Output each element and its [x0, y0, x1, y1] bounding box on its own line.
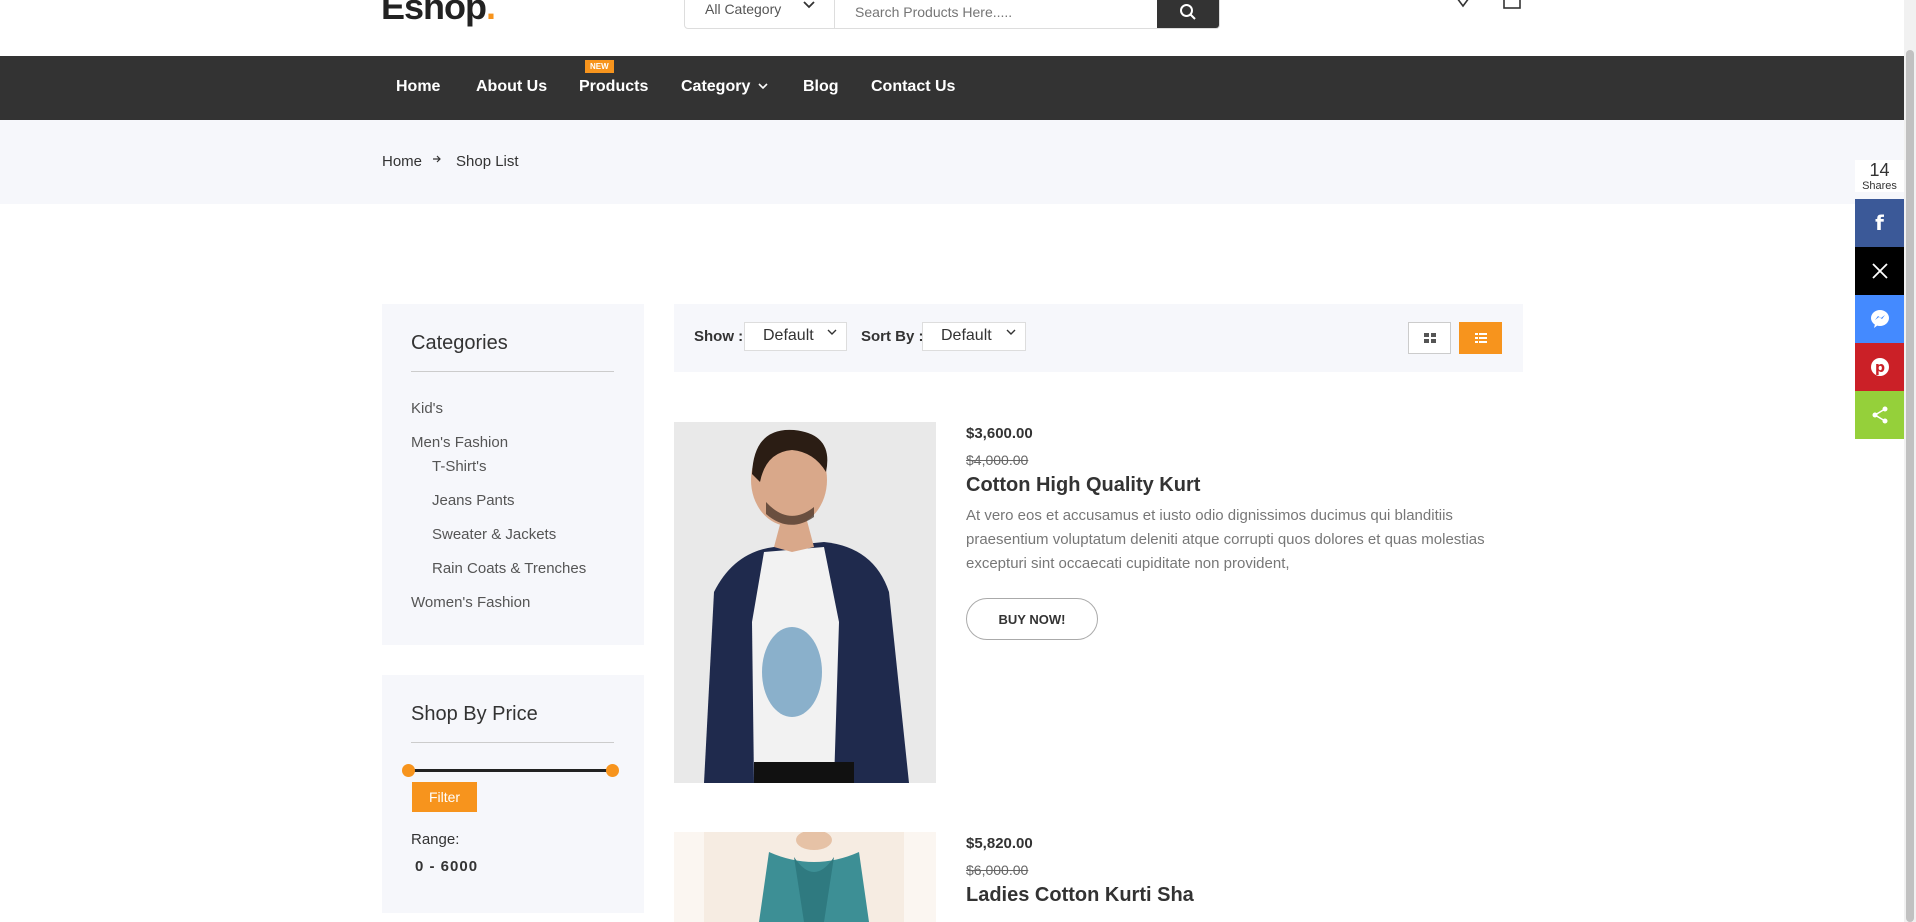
- nav-category[interactable]: Category: [681, 78, 769, 96]
- nav-about-us[interactable]: About Us: [476, 78, 547, 96]
- category-t-shirts[interactable]: T-Shirt's: [432, 458, 487, 475]
- grid-icon: [1423, 333, 1436, 343]
- search-input[interactable]: [835, 0, 1157, 28]
- search-button[interactable]: [1157, 0, 1219, 28]
- cart-icon[interactable]: [1502, 0, 1524, 10]
- category-mens-fashion[interactable]: Men's Fashion: [411, 434, 508, 451]
- facebook-icon: f: [1875, 211, 1884, 235]
- categories-title: Categories: [411, 332, 508, 354]
- sort-select-value: Default: [941, 327, 992, 344]
- product-image[interactable]: [674, 832, 936, 922]
- category-select-label: All Category: [705, 1, 782, 17]
- slider-handle-max[interactable]: [606, 764, 619, 777]
- sort-label: Sort By :: [861, 328, 924, 345]
- messenger-icon: [1870, 310, 1889, 328]
- product-title[interactable]: Ladies Cotton Kurti Sha: [966, 884, 1194, 907]
- pinterest-share-button[interactable]: p: [1855, 343, 1904, 391]
- breadcrumb: Home Shop List: [0, 120, 1904, 204]
- list-view-button[interactable]: [1459, 322, 1502, 354]
- pinterest-icon: p: [1870, 358, 1889, 376]
- buy-now-button[interactable]: BUY NOW!: [966, 598, 1098, 640]
- nav-home[interactable]: Home: [396, 78, 440, 96]
- chevron-down-icon: [802, 0, 816, 15]
- price-title: Shop By Price: [411, 703, 538, 725]
- nav-category-label: Category: [681, 78, 751, 95]
- price-slider[interactable]: [408, 769, 613, 772]
- share-button[interactable]: [1855, 391, 1904, 439]
- top-header: Eshop. All Category: [0, 0, 1904, 56]
- filter-button[interactable]: Filter: [412, 782, 477, 812]
- logo-dot: .: [486, 0, 496, 27]
- chevron-down-icon: [758, 83, 768, 90]
- category-jeans-pants[interactable]: Jeans Pants: [432, 492, 515, 509]
- show-select-value: Default: [763, 327, 814, 344]
- breadcrumb-current: Shop List: [456, 153, 519, 170]
- nav-contact-us[interactable]: Contact Us: [871, 78, 955, 96]
- range-value[interactable]: 0 - 6000: [415, 858, 478, 875]
- share-count-label: Shares: [1862, 180, 1897, 192]
- product-old-price: $4,000.00: [966, 452, 1029, 468]
- scrollbar-thumb[interactable]: [1906, 50, 1914, 922]
- x-icon: [1871, 263, 1888, 279]
- search-icon: [1180, 3, 1196, 20]
- sort-select[interactable]: Default: [922, 322, 1026, 351]
- arrow-right-icon: [432, 152, 442, 169]
- price-widget: Shop By Price Filter Range: 0 - 6000: [382, 675, 644, 913]
- messenger-share-button[interactable]: [1855, 295, 1904, 343]
- show-label: Show :: [694, 328, 744, 345]
- share-count-number: 14: [1869, 160, 1890, 180]
- search-bar: All Category: [684, 0, 1220, 29]
- main-nav: Home About Us NEW Products Category Blog…: [0, 56, 1904, 120]
- share-icon: [1872, 406, 1887, 424]
- facebook-share-button[interactable]: f: [1855, 199, 1904, 247]
- breadcrumb-home[interactable]: Home: [382, 153, 422, 170]
- product-title[interactable]: Cotton High Quality Kurt: [966, 474, 1200, 497]
- divider: [411, 742, 614, 743]
- range-label: Range:: [411, 831, 460, 848]
- show-select[interactable]: Default: [744, 322, 847, 351]
- product-description: At vero eos et accusamus et iusto odio d…: [966, 507, 1485, 572]
- nav-products[interactable]: Products: [579, 78, 648, 96]
- grid-view-button[interactable]: [1408, 322, 1451, 354]
- product-image[interactable]: [674, 422, 936, 783]
- svg-text:p: p: [1874, 360, 1884, 376]
- wishlist-icon[interactable]: [1452, 0, 1474, 10]
- product-price: $5,820.00: [966, 835, 1033, 852]
- category-kids[interactable]: Kid's: [411, 400, 443, 417]
- shop-toolbar: Show : Default Sort By : Default: [674, 304, 1523, 372]
- new-badge: NEW: [585, 60, 614, 73]
- x-share-button[interactable]: [1855, 247, 1904, 295]
- divider: [411, 371, 614, 372]
- slider-handle-min[interactable]: [402, 764, 415, 777]
- logo-text: Eshop: [381, 0, 487, 27]
- category-womens-fashion[interactable]: Women's Fashion: [411, 594, 530, 611]
- chevron-down-icon: [826, 326, 838, 341]
- list-icon: [1474, 333, 1487, 343]
- categories-widget: Categories Kid's Men's Fashion T-Shirt's…: [382, 304, 644, 645]
- logo[interactable]: Eshop.: [381, 0, 496, 28]
- category-select[interactable]: All Category: [685, 0, 835, 28]
- product-old-price: $6,000.00: [966, 862, 1029, 878]
- nav-blog[interactable]: Blog: [803, 78, 839, 96]
- share-count: 14 Shares: [1855, 160, 1904, 192]
- category-rain-coats[interactable]: Rain Coats & Trenches: [432, 560, 586, 577]
- product-price: $3,600.00: [966, 425, 1033, 442]
- category-sweater-jackets[interactable]: Sweater & Jackets: [432, 526, 556, 543]
- chevron-down-icon: [1005, 326, 1017, 341]
